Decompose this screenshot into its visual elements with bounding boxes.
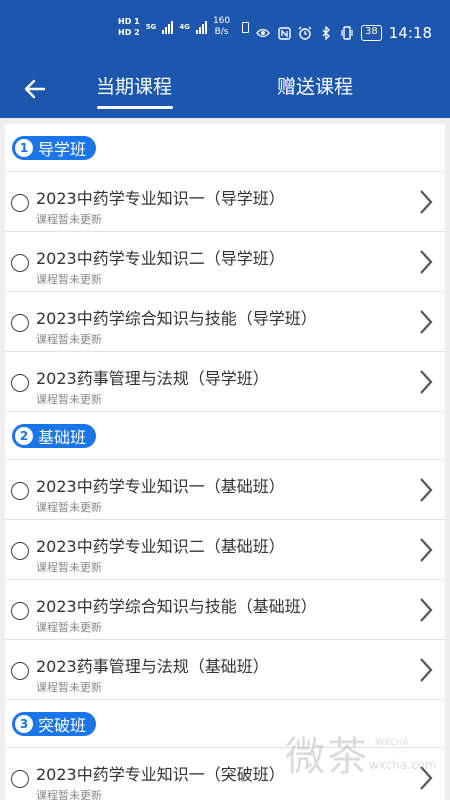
radio-button[interactable] — [11, 374, 29, 392]
course-title: 2023药事管理与法规（基础班） — [36, 657, 269, 676]
net-speed-value: 160 — [212, 16, 231, 26]
radio-button[interactable] — [11, 602, 29, 620]
section-header: 1 导学班 — [5, 124, 445, 172]
chevron-right-icon — [420, 478, 433, 502]
section-breakthrough: 3 突破班 2023中药学专业知识一（突破班） 课程暂未更新 — [5, 700, 445, 800]
course-item[interactable]: 2023中药学综合知识与技能（导学班） 课程暂未更新 — [5, 292, 445, 352]
section-number: 3 — [15, 715, 33, 733]
course-status: 课程暂未更新 — [36, 789, 102, 800]
battery-level: 38 — [365, 26, 378, 37]
chevron-right-icon — [420, 370, 433, 394]
course-title: 2023中药学专业知识一（导学班） — [36, 189, 285, 208]
course-title: 2023中药学综合知识与技能（导学班） — [36, 309, 317, 328]
app-header: HD 1 HD 2 5G 4G 160 B/s 38 14:18 当期课程 赠送… — [0, 0, 450, 118]
signal-1-icon — [162, 20, 174, 34]
hd-indicator: HD 1 HD 2 — [118, 16, 140, 38]
net-speed: 160 B/s — [213, 16, 230, 38]
eye-icon — [256, 26, 271, 40]
course-item[interactable]: 2023中药学专业知识一（基础班） 课程暂未更新 — [5, 460, 445, 520]
section-guide: 1 导学班 2023中药学专业知识一（导学班） 课程暂未更新 2023中药学专业… — [5, 124, 445, 412]
course-title: 2023中药学综合知识与技能（基础班） — [36, 597, 317, 616]
section-badge: 2 基础班 — [12, 424, 97, 448]
section-header: 2 基础班 — [5, 412, 445, 460]
section-label: 导学班 — [38, 140, 87, 159]
section-label: 突破班 — [38, 716, 87, 735]
alarm-icon — [298, 26, 312, 40]
status-right: 38 14:18 — [256, 24, 432, 42]
course-item[interactable]: 2023中药学专业知识二（基础班） 课程暂未更新 — [5, 520, 445, 580]
radio-button[interactable] — [11, 482, 29, 500]
course-status: 课程暂未更新 — [36, 501, 102, 514]
course-item[interactable]: 2023药事管理与法规（导学班） 课程暂未更新 — [5, 352, 445, 412]
status-clock: 14:18 — [388, 24, 432, 42]
hd1-label: HD 1 — [118, 17, 140, 26]
vibrate-icon — [340, 26, 354, 40]
course-title: 2023中药学专业知识二（导学班） — [36, 249, 285, 268]
course-title: 2023药事管理与法规（导学班） — [36, 369, 269, 388]
course-status: 课程暂未更新 — [36, 273, 102, 286]
battery-icon: 38 — [361, 25, 382, 41]
course-status: 课程暂未更新 — [36, 621, 102, 634]
chevron-right-icon — [420, 538, 433, 562]
course-list: 1 导学班 2023中药学专业知识一（导学班） 课程暂未更新 2023中药学专业… — [5, 124, 445, 800]
section-basic: 2 基础班 2023中药学专业知识一（基础班） 课程暂未更新 2023中药学专业… — [5, 412, 445, 700]
net1-label: 5G — [145, 23, 157, 31]
course-title: 2023中药学专业知识二（基础班） — [36, 537, 285, 556]
course-status: 课程暂未更新 — [36, 213, 102, 226]
status-left: HD 1 HD 2 5G 4G 160 B/s — [118, 16, 250, 38]
radio-button[interactable] — [11, 542, 29, 560]
course-item[interactable]: 2023中药学专业知识二（导学班） 课程暂未更新 — [5, 232, 445, 292]
course-status: 课程暂未更新 — [36, 393, 102, 406]
radio-button[interactable] — [11, 194, 29, 212]
course-title: 2023中药学专业知识一（突破班） — [36, 765, 285, 784]
radio-button[interactable] — [11, 314, 29, 332]
status-bar: HD 1 HD 2 5G 4G 160 B/s 38 14:18 — [0, 0, 450, 62]
chevron-right-icon — [420, 250, 433, 274]
nfc-icon — [277, 26, 291, 40]
course-status: 课程暂未更新 — [36, 561, 102, 574]
section-number: 1 — [15, 139, 33, 157]
course-title: 2023中药学专业知识一（基础班） — [36, 477, 285, 496]
chevron-right-icon — [420, 766, 433, 790]
back-arrow-icon — [24, 79, 46, 99]
tab-current-courses[interactable]: 当期课程 — [96, 72, 172, 99]
chevron-right-icon — [420, 658, 433, 682]
radio-button[interactable] — [11, 770, 29, 788]
nav-bar: 当期课程 赠送课程 — [0, 62, 450, 118]
chevron-right-icon — [420, 310, 433, 334]
section-number: 2 — [15, 427, 33, 445]
section-badge: 3 突破班 — [12, 712, 97, 736]
section-label: 基础班 — [38, 428, 87, 447]
net-speed-unit: B/s — [214, 27, 229, 37]
section-header: 3 突破班 — [5, 700, 445, 748]
radio-button[interactable] — [11, 254, 29, 272]
course-status: 课程暂未更新 — [36, 333, 102, 346]
back-button[interactable] — [18, 72, 52, 106]
hd2-label: HD 2 — [118, 28, 140, 37]
active-tab-indicator — [97, 106, 173, 109]
chevron-right-icon — [420, 598, 433, 622]
net2-label: 4G — [179, 23, 190, 31]
course-status: 课程暂未更新 — [36, 681, 102, 694]
course-item[interactable]: 2023药事管理与法规（基础班） 课程暂未更新 — [5, 640, 445, 700]
bluetooth-icon — [319, 26, 333, 40]
course-item[interactable]: 2023中药学专业知识一（突破班） 课程暂未更新 — [5, 748, 445, 800]
signal-2-icon — [195, 20, 207, 34]
section-badge: 1 导学班 — [12, 136, 97, 160]
course-item[interactable]: 2023中药学专业知识一（导学班） 课程暂未更新 — [5, 172, 445, 232]
tab-gift-courses[interactable]: 赠送课程 — [277, 72, 353, 99]
chevron-right-icon — [420, 190, 433, 214]
course-item[interactable]: 2023中药学综合知识与技能（基础班） 课程暂未更新 — [5, 580, 445, 640]
radio-button[interactable] — [11, 662, 29, 680]
sim-icon — [242, 21, 250, 33]
